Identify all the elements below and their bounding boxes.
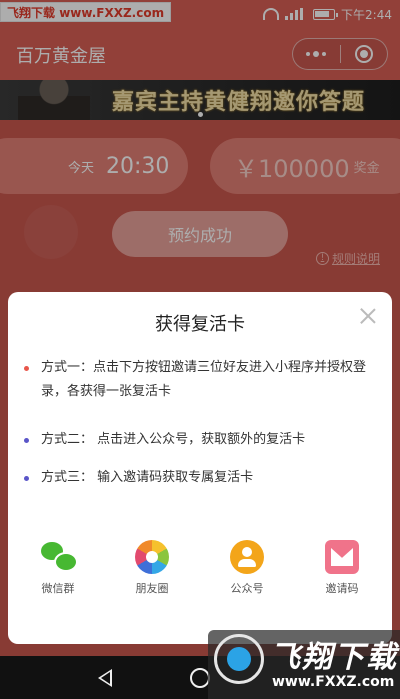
share-options: 微信群 朋友圈 公众号 邀请码 bbox=[8, 540, 392, 600]
share-moments-button[interactable]: 朋友圈 bbox=[116, 540, 188, 596]
bullet-dot bbox=[24, 438, 29, 443]
invite-code-icon bbox=[325, 540, 359, 574]
back-icon[interactable] bbox=[98, 669, 112, 687]
watermark-logo-icon bbox=[214, 634, 264, 684]
method-text: 方式一：点击下方按钮邀请三位好友进入小程序并授权登录，各获得一张复活卡 bbox=[41, 360, 367, 399]
modal-title: 获得复活卡 bbox=[155, 314, 245, 335]
bullet-dot bbox=[24, 366, 29, 371]
watermark-brand-large: 飞翔下载 bbox=[270, 640, 398, 675]
method-item[interactable]: 方式二： 点击进入公众号，获取额外的复活卡 bbox=[24, 428, 380, 452]
share-invite-code-button[interactable]: 邀请码 bbox=[306, 540, 378, 596]
method-item[interactable]: 方式三： 输入邀请码获取专属复活卡 bbox=[24, 466, 380, 490]
share-label: 朋友圈 bbox=[135, 582, 169, 595]
watermark-url: www.FXXZ.com bbox=[272, 674, 395, 690]
method-text: 方式二： 点击进入公众号，获取额外的复活卡 bbox=[41, 432, 306, 447]
home-icon[interactable] bbox=[190, 668, 210, 688]
method-item: 方式一：点击下方按钮邀请三位好友进入小程序并授权登录，各获得一张复活卡 bbox=[24, 356, 380, 404]
bullet-dot bbox=[24, 476, 29, 481]
share-official-account-button[interactable]: 公众号 bbox=[211, 540, 283, 596]
share-label: 微信群 bbox=[41, 582, 75, 595]
share-wechat-group-button[interactable]: 微信群 bbox=[22, 540, 94, 596]
close-icon[interactable] bbox=[358, 306, 378, 326]
wechat-group-icon bbox=[41, 540, 78, 574]
official-account-icon bbox=[230, 540, 264, 574]
method-text: 方式三： 输入邀请码获取专属复活卡 bbox=[41, 470, 254, 485]
share-label: 公众号 bbox=[230, 582, 264, 595]
revive-card-modal: 获得复活卡 方式一：点击下方按钮邀请三位好友进入小程序并授权登录，各获得一张复活… bbox=[8, 292, 392, 644]
moments-icon bbox=[135, 540, 169, 574]
share-label: 邀请码 bbox=[325, 582, 359, 595]
watermark-bottom: 飞翔下载 www.FXXZ.com bbox=[208, 630, 400, 699]
